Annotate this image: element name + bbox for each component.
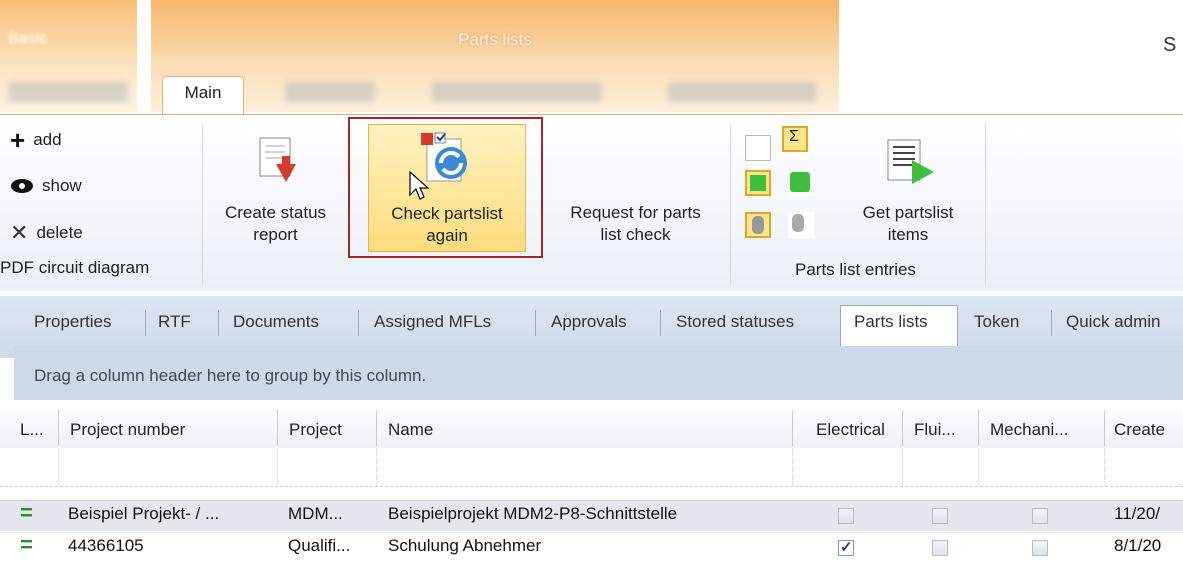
tab-assigned-mfls[interactable]: Assigned MFLs — [374, 312, 491, 332]
ribbon-separator — [985, 124, 986, 284]
table-row[interactable] — [0, 532, 1183, 563]
tab-separator — [218, 310, 219, 336]
mechanical-checkbox[interactable] — [1032, 540, 1048, 556]
tab-properties[interactable]: Properties — [34, 312, 111, 332]
column-header-created[interactable]: Create — [1114, 420, 1165, 440]
ribbon-separator — [730, 124, 731, 284]
cell-name: Beispielprojekt MDM2-P8-Schnittstelle — [388, 504, 678, 523]
column-header-fluid[interactable]: Flui... — [914, 420, 956, 440]
cell-project: Qualifi... — [288, 536, 351, 555]
column-separator[interactable] — [1104, 410, 1105, 446]
delete-label: delete — [36, 223, 83, 242]
request-check-line2: list check — [600, 225, 671, 244]
database-clock-icon[interactable] — [788, 212, 814, 238]
tab-separator — [535, 310, 536, 336]
tab-separator — [660, 310, 661, 336]
fluid-checkbox[interactable] — [932, 508, 948, 524]
electrical-checkbox[interactable] — [838, 538, 854, 556]
tab-separator — [145, 310, 146, 336]
show-label: show — [42, 176, 82, 195]
plus-icon: + — [10, 125, 26, 155]
green-blocks-icon[interactable] — [788, 170, 814, 196]
list-play-icon — [887, 139, 934, 184]
column-separator[interactable] — [58, 410, 59, 446]
tab-documents[interactable]: Documents — [233, 312, 319, 332]
filter-separator — [978, 448, 980, 486]
close-icon: ✕ — [10, 220, 29, 245]
column-header-electrical[interactable]: Electrical — [816, 420, 885, 440]
add-button[interactable]: + add — [10, 125, 62, 155]
fluid-checkbox[interactable] — [932, 540, 948, 556]
grid-filter-row[interactable] — [0, 448, 1183, 487]
check-partslist-again-button[interactable]: Check partslist again — [368, 124, 526, 252]
tab-stored-statuses[interactable]: Stored statuses — [676, 312, 794, 332]
tab-separator — [1051, 310, 1052, 336]
parts-list-entries-group-label: Parts list entries — [795, 260, 916, 279]
pdf-circuit-diagram-label: PDF circuit diagram — [0, 258, 150, 277]
filter-separator — [58, 448, 60, 486]
tab-token[interactable]: Token — [974, 312, 1019, 332]
electrical-checkbox[interactable] — [838, 508, 854, 524]
create-status-report-line1: Create status — [224, 203, 327, 222]
tab-separator — [358, 310, 359, 336]
delete-button[interactable]: ✕ delete — [10, 220, 83, 246]
mechanical-checkbox[interactable] — [1032, 508, 1048, 524]
filter-separator — [1104, 448, 1106, 486]
request-check-line1: Request for parts — [570, 203, 701, 222]
filter-separator — [792, 448, 794, 486]
ribbon-tab-main[interactable]: Main — [162, 76, 244, 117]
ribbon-tab-blurred-4[interactable] — [668, 82, 816, 102]
column-header-project-number[interactable]: Project number — [70, 420, 185, 440]
filter-separator — [277, 448, 279, 486]
database-icon[interactable] — [745, 212, 771, 238]
filter-separator — [902, 448, 904, 486]
tab-parts-lists[interactable]: Parts lists — [854, 312, 928, 332]
context-tab-basic-title: Basic — [8, 30, 48, 47]
get-items-line1: Get partslist — [862, 203, 954, 222]
column-separator[interactable] — [277, 410, 278, 446]
tab-rtf[interactable]: RTF — [158, 312, 191, 332]
eye-icon — [11, 179, 33, 193]
tab-quick-admin[interactable]: Quick admin — [1066, 312, 1160, 332]
add-label: add — [33, 130, 62, 149]
column-separator[interactable] — [978, 410, 979, 446]
ribbon-tab-blurred-2[interactable] — [285, 82, 375, 102]
create-status-report-line2: report — [253, 225, 298, 244]
ribbon-separator — [202, 124, 203, 284]
check-partslist-line2: again — [426, 226, 468, 245]
column-separator[interactable] — [902, 410, 903, 446]
get-items-line2: items — [887, 225, 929, 244]
get-partslist-items-button[interactable]: Get partslist items — [838, 124, 978, 254]
equal-status-icon: = — [20, 532, 33, 557]
column-separator[interactable] — [376, 410, 377, 446]
column-separator[interactable] — [792, 410, 793, 446]
tab-approvals[interactable]: Approvals — [551, 312, 627, 332]
cell-project-number: Beispiel Projekt- / ... — [68, 504, 220, 523]
group-by-hint: Drag a column header here to group by th… — [34, 366, 427, 385]
cell-created: 8/1/20 — [1114, 536, 1162, 555]
column-header-name[interactable]: Name — [388, 420, 433, 440]
ribbon-tab-blurred-1[interactable] — [8, 82, 128, 102]
top-right-label: S — [1163, 34, 1177, 56]
column-header-mechanical[interactable]: Mechani... — [990, 420, 1068, 440]
cell-created: 11/20/ — [1114, 504, 1161, 523]
show-button[interactable]: show — [10, 176, 82, 196]
sum-icon[interactable]: Σ — [782, 126, 808, 152]
create-status-report-button[interactable]: Create status report — [208, 124, 343, 254]
cell-project-number: 44366105 — [68, 536, 144, 555]
document-icon[interactable] — [745, 135, 771, 161]
cell-project: MDM... — [288, 504, 343, 523]
cell-name: Schulung Abnehmer — [388, 536, 542, 555]
context-tab-parts-lists-title: Parts lists — [458, 30, 532, 49]
column-header-project[interactable]: Project — [289, 420, 342, 440]
filter-separator — [376, 448, 378, 486]
equal-status-icon: = — [20, 500, 33, 525]
green-cube-icon[interactable] — [745, 170, 771, 196]
request-parts-list-check-button[interactable]: Request for parts list check — [548, 124, 723, 254]
column-header-l[interactable]: L... — [20, 420, 44, 440]
document-arrow-icon — [259, 137, 296, 182]
check-partslist-line1: Check partslist — [391, 204, 503, 223]
ribbon-tab-blurred-3[interactable] — [432, 82, 602, 102]
mouse-cursor-icon — [409, 171, 429, 200]
